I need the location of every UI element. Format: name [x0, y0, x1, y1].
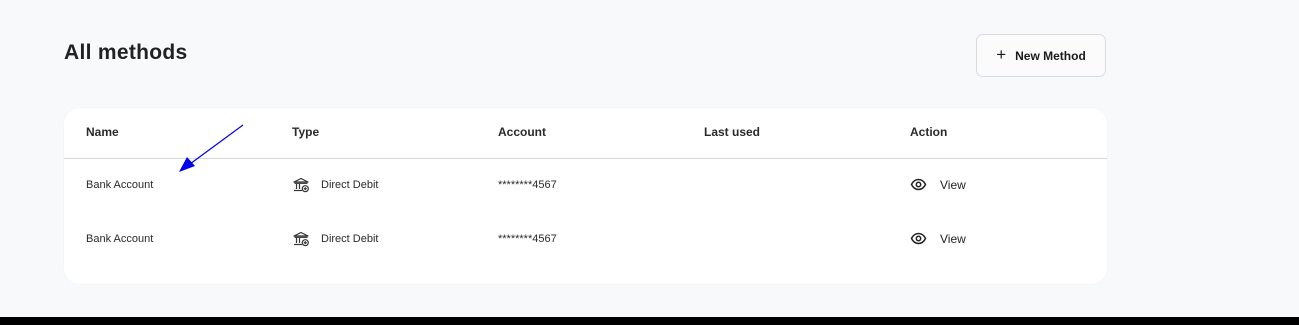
bank-icon [292, 176, 310, 194]
row-type: Direct Debit [292, 176, 378, 194]
eye-icon [910, 176, 927, 193]
row-name: Bank Account [86, 233, 154, 245]
methods-table: Name Type Account Last used Action Bank … [64, 108, 1107, 284]
bottom-bar [0, 317, 1299, 325]
view-button[interactable]: View [910, 176, 966, 193]
table-row: Bank Account Direct Debit ********4567 V… [64, 213, 1107, 267]
plus-icon: + [996, 44, 1007, 64]
row-type: Direct Debit [292, 230, 378, 248]
column-header-last-used: Last used [704, 125, 761, 139]
new-method-button[interactable]: + New Method [976, 34, 1106, 77]
row-name: Bank Account [86, 179, 154, 191]
column-header-type: Type [292, 125, 320, 139]
page-title: All methods [64, 41, 188, 64]
view-button-label: View [940, 177, 966, 192]
row-type-label: Direct Debit [321, 233, 379, 245]
bank-icon [292, 230, 310, 248]
column-header-account: Account [498, 125, 546, 139]
table-row: Bank Account Direct Debit ********4567 V… [64, 159, 1107, 213]
payment-methods-page: All methods + New Method Name Type Accou… [0, 0, 1299, 325]
row-type-label: Direct Debit [321, 179, 379, 191]
column-header-name: Name [86, 125, 119, 139]
view-button[interactable]: View [910, 230, 966, 247]
eye-icon [910, 230, 927, 247]
row-account: ********4567 [498, 233, 557, 245]
column-header-action: Action [910, 125, 948, 139]
view-button-label: View [940, 231, 966, 246]
row-account: ********4567 [498, 179, 557, 191]
new-method-button-label: New Method [1015, 48, 1086, 63]
table-header: Name Type Account Last used Action [64, 108, 1107, 159]
